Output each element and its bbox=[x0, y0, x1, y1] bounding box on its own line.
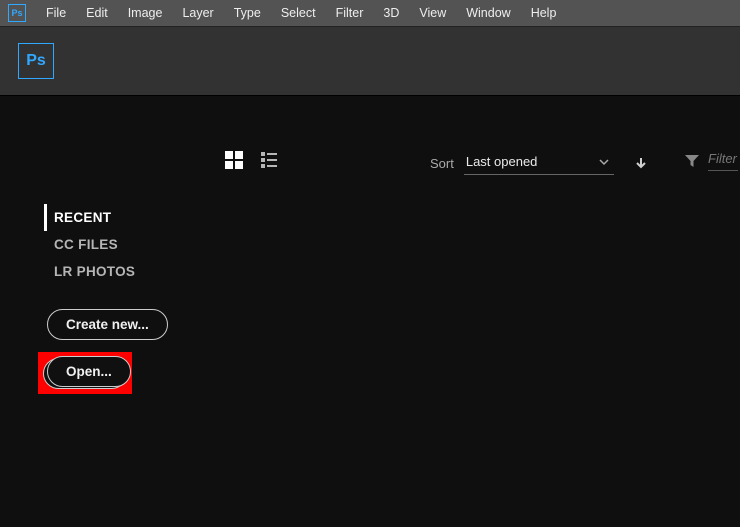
menu-select[interactable]: Select bbox=[271, 0, 326, 26]
app-logo: Ps bbox=[18, 43, 54, 79]
sort-control: Sort Last opened bbox=[430, 151, 648, 175]
filter-input[interactable]: Filter bbox=[708, 151, 738, 171]
buttons-area: Create new... Open... bbox=[47, 309, 168, 387]
menu-window[interactable]: Window bbox=[456, 0, 520, 26]
menu-3d[interactable]: 3D bbox=[373, 0, 409, 26]
menu-type[interactable]: Type bbox=[224, 0, 271, 26]
filter-control: Filter bbox=[684, 151, 738, 171]
sort-direction-icon[interactable] bbox=[634, 156, 648, 170]
chevron-down-icon bbox=[598, 156, 610, 168]
app-icon-small: Ps bbox=[8, 4, 26, 22]
funnel-icon[interactable] bbox=[684, 153, 700, 169]
sort-label: Sort bbox=[430, 156, 454, 171]
toolbar: Ps bbox=[0, 26, 740, 96]
menu-layer[interactable]: Layer bbox=[172, 0, 223, 26]
sidebar-item-cc-files[interactable]: CC FILES bbox=[44, 231, 145, 258]
menu-edit[interactable]: Edit bbox=[76, 0, 118, 26]
list-view-icon[interactable] bbox=[261, 151, 279, 169]
menu-filter[interactable]: Filter bbox=[326, 0, 374, 26]
menubar: Ps File Edit Image Layer Type Select Fil… bbox=[0, 0, 740, 26]
sidebar-item-lr-photos[interactable]: LR PHOTOS bbox=[44, 258, 145, 285]
workspace: Sort Last opened Filter RECENT CC FILES … bbox=[0, 96, 740, 527]
create-new-button[interactable]: Create new... bbox=[47, 309, 168, 340]
sort-select[interactable]: Last opened bbox=[464, 151, 614, 175]
grid-view-icon[interactable] bbox=[225, 151, 243, 169]
sidebar-item-recent[interactable]: RECENT bbox=[44, 204, 145, 231]
menu-help[interactable]: Help bbox=[521, 0, 567, 26]
open-button[interactable]: Open... bbox=[47, 356, 131, 387]
menu-image[interactable]: Image bbox=[118, 0, 173, 26]
sort-selected-value: Last opened bbox=[466, 154, 538, 169]
menu-view[interactable]: View bbox=[409, 0, 456, 26]
sidebar: RECENT CC FILES LR PHOTOS bbox=[44, 204, 145, 285]
menu-file[interactable]: File bbox=[36, 0, 76, 26]
